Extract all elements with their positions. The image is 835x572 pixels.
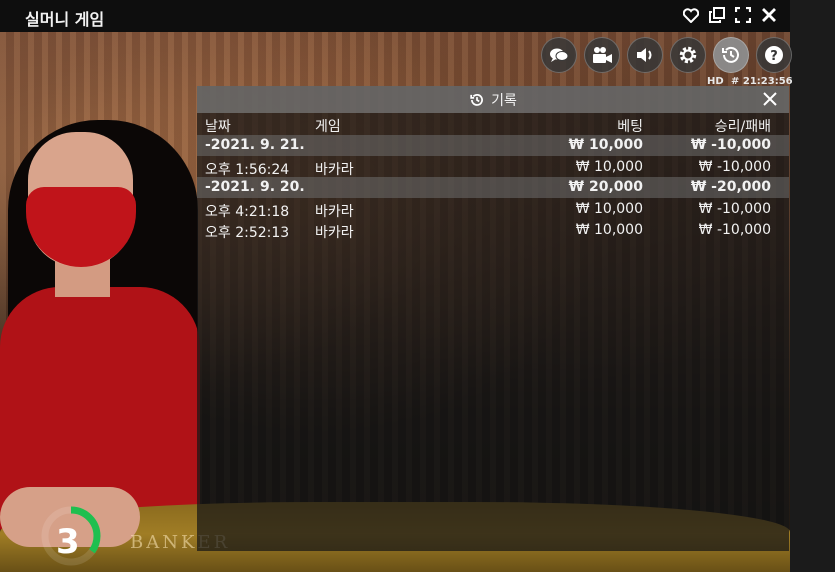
row-time: 오후 2:52:13 xyxy=(205,225,290,241)
row-result: ₩ -10,000 xyxy=(698,159,771,175)
chat-icon xyxy=(550,48,569,62)
fullscreen-icon[interactable] xyxy=(734,5,752,25)
copy-window-icon[interactable] xyxy=(708,5,726,25)
close-icon[interactable] xyxy=(760,5,778,25)
history-icon xyxy=(470,93,484,106)
row-result: ₩ -10,000 xyxy=(698,201,771,217)
history-panel: 기록 날짜 게임 베팅 승리/패배 -2021. 9. 21. ₩ 10,000… xyxy=(197,86,789,551)
column-bet: 베팅 xyxy=(617,119,643,135)
volume-icon xyxy=(637,48,652,62)
camera-button[interactable] xyxy=(584,37,620,73)
row-date: -2021. 9. 20. xyxy=(205,179,305,195)
row-bet: ₩ 10,000 xyxy=(575,159,643,175)
window-title: 실머니 게임 xyxy=(25,10,105,29)
row-bet: ₩ 20,000 xyxy=(568,179,643,195)
row-result: ₩ -10,000 xyxy=(698,222,771,238)
row-bet: ₩ 10,000 xyxy=(575,222,643,238)
row-game: 바카라 xyxy=(315,204,354,220)
video-controls: ? xyxy=(541,37,792,73)
history-panel-header: 기록 xyxy=(197,86,789,113)
row-time: 오후 1:56:24 xyxy=(205,162,290,178)
row-result: ₩ -10,000 xyxy=(690,137,771,153)
camera-icon xyxy=(593,47,612,63)
volume-button[interactable] xyxy=(627,37,663,73)
history-date-group[interactable]: -2021. 9. 21. ₩ 10,000 ₩ -10,000 xyxy=(197,135,789,156)
title-bar: 실머니 게임 xyxy=(0,0,790,32)
history-button[interactable] xyxy=(713,37,749,73)
row-bet: ₩ 10,000 xyxy=(568,137,643,153)
help-icon: ? xyxy=(765,46,783,64)
heart-icon[interactable] xyxy=(682,5,700,25)
close-icon[interactable] xyxy=(761,90,779,108)
window-controls xyxy=(682,5,778,25)
history-row[interactable]: 오후 1:56:24 바카라 ₩ 10,000 ₩ -10,000 xyxy=(197,156,789,178)
history-title: 기록 xyxy=(491,92,517,109)
column-game: 게임 xyxy=(315,119,341,135)
countdown-number: 3 xyxy=(56,522,80,562)
row-game: 바카라 xyxy=(315,162,354,178)
row-game: 바카라 xyxy=(315,225,354,241)
row-time: 오후 4:21:18 xyxy=(205,204,290,220)
history-row[interactable]: 오후 2:52:13 바카라 ₩ 10,000 ₩ -10,000 xyxy=(197,219,789,241)
help-button[interactable]: ? xyxy=(756,37,792,73)
row-date: -2021. 9. 21. xyxy=(205,137,305,153)
settings-button[interactable] xyxy=(670,37,706,73)
column-result: 승리/패배 xyxy=(714,119,771,135)
settings-icon xyxy=(679,46,697,64)
history-column-headers: 날짜 게임 베팅 승리/패배 xyxy=(197,113,789,135)
history-icon xyxy=(722,46,739,63)
history-date-group[interactable]: -2021. 9. 20. ₩ 20,000 ₩ -20,000 xyxy=(197,177,789,198)
row-bet: ₩ 10,000 xyxy=(575,201,643,217)
side-strip xyxy=(790,0,835,572)
svg-text:?: ? xyxy=(770,49,778,64)
chat-button[interactable] xyxy=(541,37,577,73)
history-row[interactable]: 오후 4:21:18 바카라 ₩ 10,000 ₩ -10,000 xyxy=(197,198,789,220)
column-date: 날짜 xyxy=(205,119,231,135)
row-result: ₩ -20,000 xyxy=(690,179,771,195)
